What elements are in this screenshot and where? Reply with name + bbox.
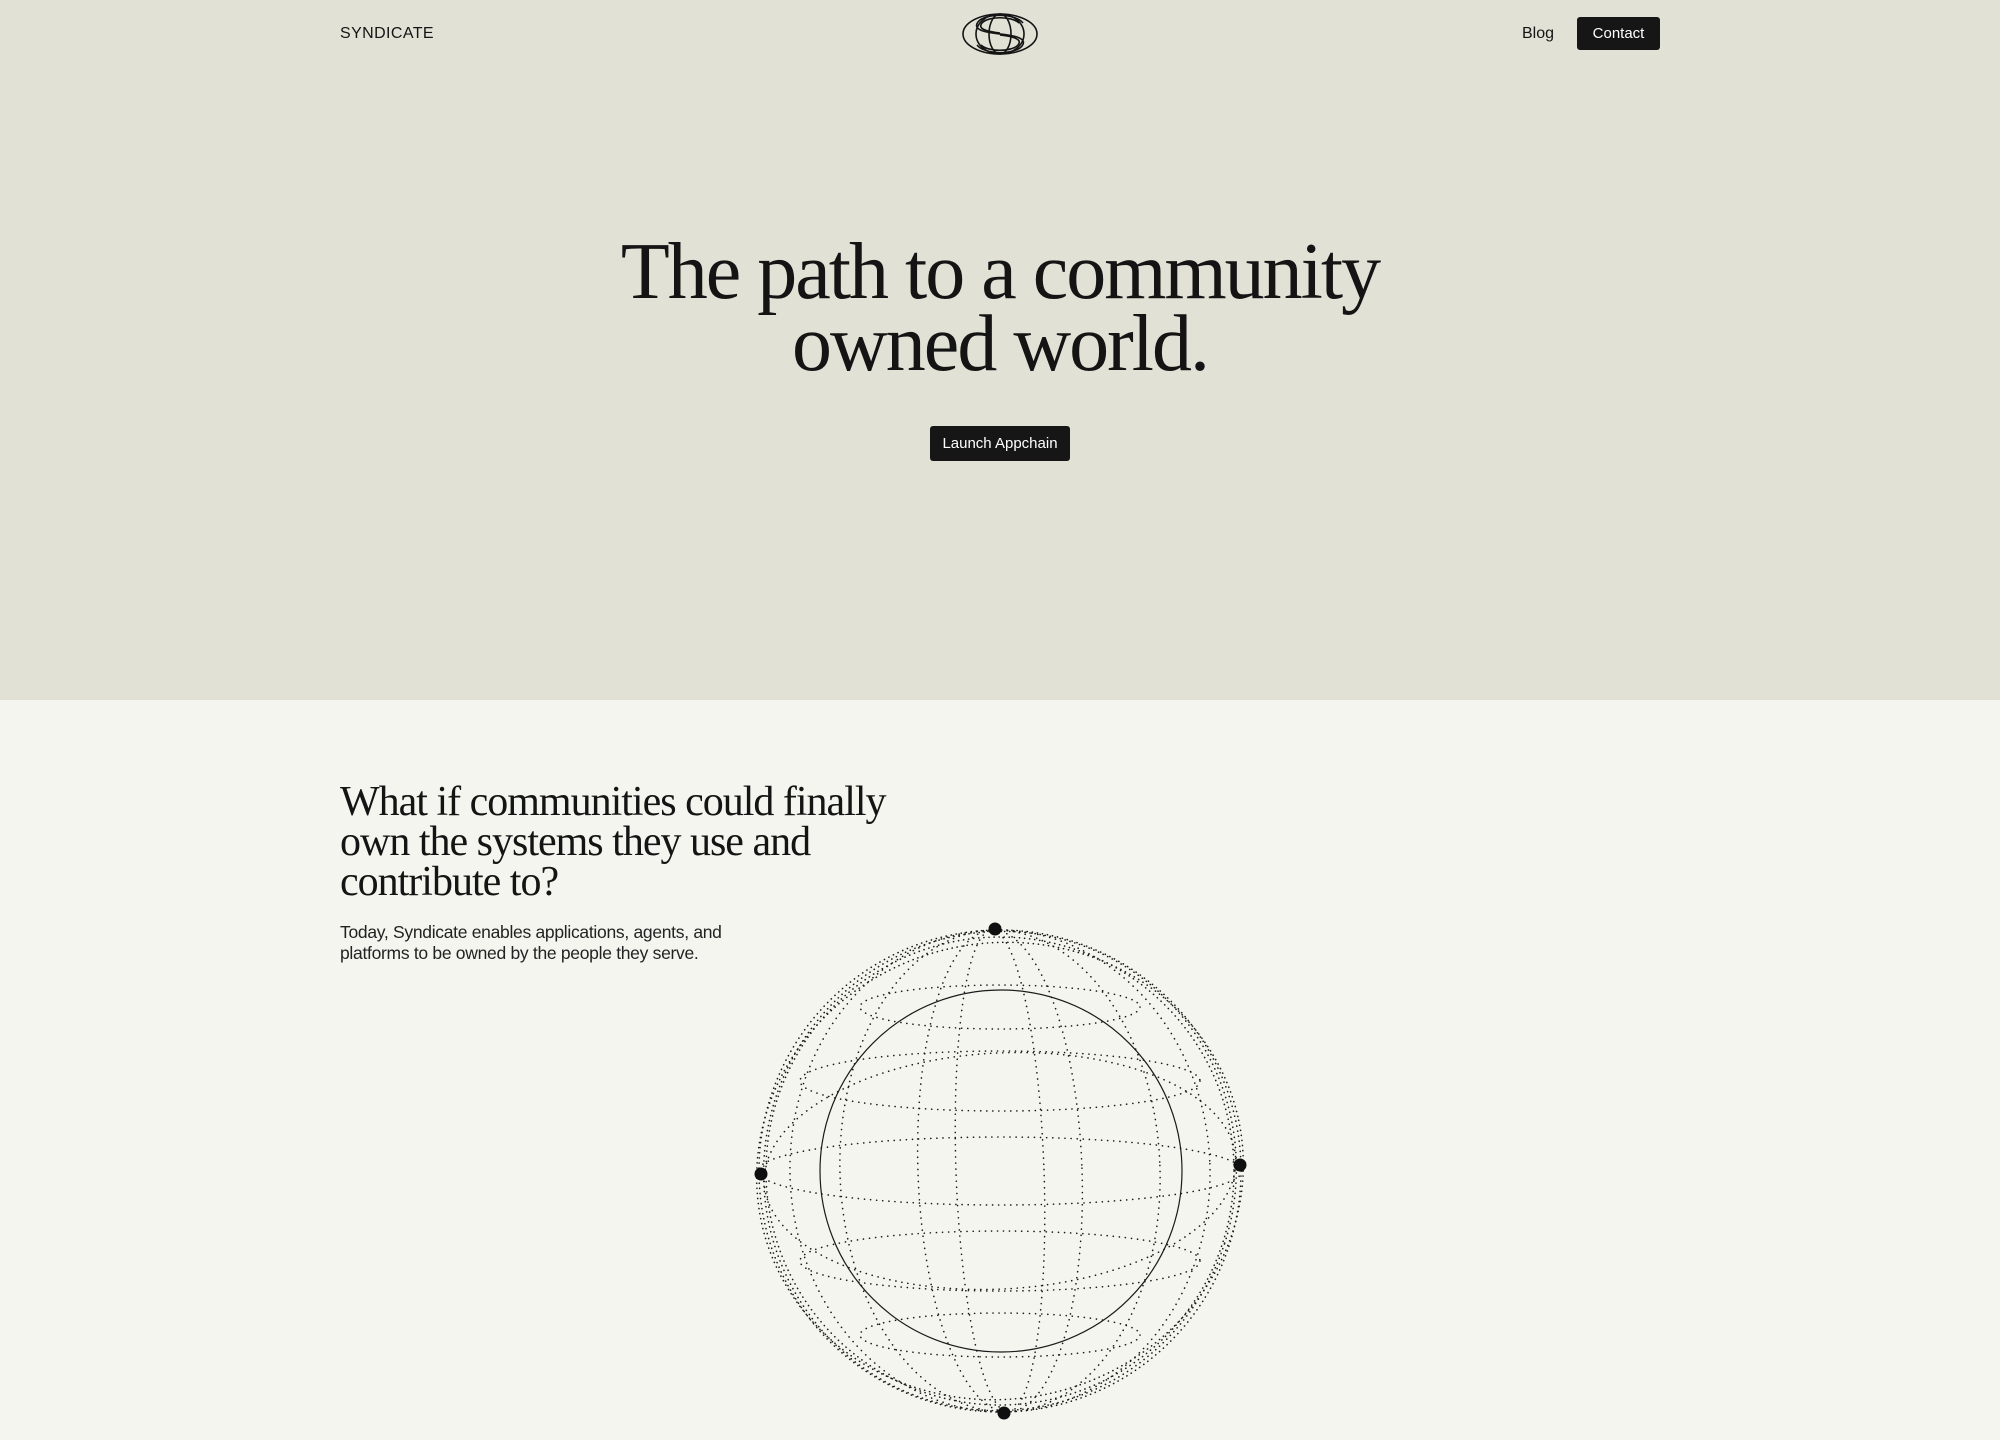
hero-title-line: owned world. bbox=[792, 300, 1210, 388]
globe-node-dot bbox=[997, 1406, 1011, 1420]
section-description: Today, Syndicate enables applications, a… bbox=[340, 922, 760, 964]
launch-appchain-button[interactable]: Launch Appchain bbox=[930, 426, 1070, 461]
section-title-line: What if communities could finally bbox=[340, 779, 887, 825]
hero-title-line: The path to a community bbox=[620, 228, 1381, 316]
section-description-line: Today, Syndicate enables applications, a… bbox=[340, 922, 722, 942]
section-title: What if communities could finally own th… bbox=[340, 779, 940, 905]
globe-node-dot bbox=[754, 1167, 768, 1181]
nav-blog-link[interactable]: Blog bbox=[1522, 22, 1554, 46]
hero-section: SYNDICATE Blog Contact The path to a com… bbox=[0, 0, 2000, 700]
section-description-line: platforms to be owned by the people they… bbox=[340, 943, 699, 963]
dotted-wireframe-globe-icon bbox=[754, 922, 1247, 1420]
section-title-line: contribute to? bbox=[340, 859, 559, 905]
brand-wordmark[interactable]: SYNDICATE bbox=[340, 22, 434, 46]
section-title-line: own the systems they use and bbox=[340, 819, 811, 865]
syndicate-s-logo-icon[interactable] bbox=[961, 11, 1039, 57]
hero-title: The path to a community owned world. bbox=[0, 228, 2000, 388]
globe-node-dot bbox=[988, 922, 1002, 936]
globe-node-dot bbox=[1233, 1158, 1247, 1172]
contact-button[interactable]: Contact bbox=[1577, 17, 1660, 50]
